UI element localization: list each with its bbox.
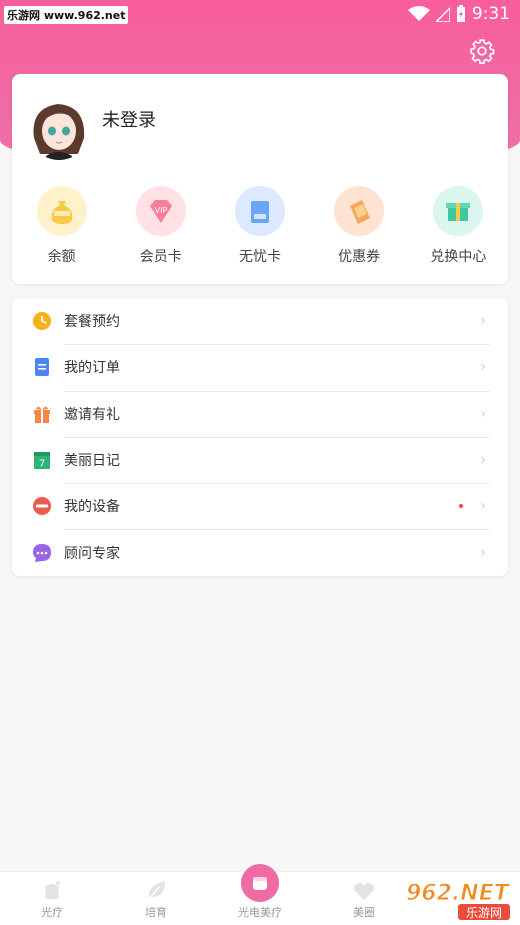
watermark-text: 乐游网 www.962.net xyxy=(4,6,129,24)
nav-item-beauty-circle[interactable]: 美圈 xyxy=(312,872,416,925)
quick-action-vip[interactable]: VIP 会员卡 xyxy=(116,186,206,266)
chevron-right-icon: › xyxy=(480,359,486,376)
gift-icon xyxy=(32,404,52,424)
calendar-day-text: 7 xyxy=(39,459,45,470)
status-bar: 乐游网 www.962.net 9:31 xyxy=(0,0,520,28)
notification-dot xyxy=(459,504,463,509)
menu-item-label: 我的设备 xyxy=(64,499,120,516)
beauty-device-icon xyxy=(241,864,279,902)
quick-action-coupon[interactable]: 优惠券 xyxy=(314,186,404,266)
status-indicators: 9:31 xyxy=(407,4,510,24)
quick-action-label: 兑换中心 xyxy=(430,249,487,265)
quick-action-balance[interactable]: 余额 xyxy=(17,186,107,266)
menu-item-label: 套餐预约 xyxy=(64,314,120,331)
quick-action-label: 余额 xyxy=(47,249,76,265)
quick-action-label: 会员卡 xyxy=(139,249,182,265)
quick-action-exchange[interactable]: 兑换中心 xyxy=(413,186,503,266)
quick-actions-row: 余额 VIP 会员卡 无忧卡 优惠券 兑换中心 xyxy=(12,186,508,266)
menu-item-my-devices[interactable]: 我的设备 › xyxy=(12,483,508,529)
avatar[interactable] xyxy=(28,98,90,160)
nav-item-light-therapy[interactable]: 光疗 xyxy=(0,872,104,925)
nav-label: 美圈 xyxy=(353,906,375,919)
menu-item-my-orders[interactable]: 我的订单 › xyxy=(12,344,508,390)
chevron-right-icon: › xyxy=(480,452,486,469)
nav-item-beauty-device[interactable]: 光电美疗 xyxy=(208,864,312,925)
battery-icon xyxy=(456,5,465,22)
menu-item-label: 我的订单 xyxy=(64,360,120,377)
signal-icon xyxy=(435,6,450,22)
money-bag-icon xyxy=(36,186,87,236)
chevron-right-icon: › xyxy=(480,498,486,515)
login-status-text[interactable]: 未登录 xyxy=(102,106,156,132)
status-time: 9:31 xyxy=(471,4,510,24)
nav-item-cultivate[interactable]: 培育 xyxy=(104,872,208,925)
settings-gear-icon[interactable] xyxy=(469,38,495,64)
chevron-right-icon: › xyxy=(480,313,486,330)
nav-label: 培育 xyxy=(145,906,167,919)
coupon-icon xyxy=(334,186,385,236)
order-doc-icon xyxy=(32,357,52,377)
device-icon xyxy=(32,496,52,516)
chevron-right-icon: › xyxy=(480,405,486,422)
exchange-box-icon xyxy=(433,186,484,236)
menu-list: 套餐预约 › 我的订单 › 邀请有礼 › 7 美丽日记 › 我的设备 › 顾问专… xyxy=(12,298,508,576)
vip-diamond-icon: VIP xyxy=(135,186,186,236)
watermark-logo: 962.NET 乐游网 xyxy=(406,881,511,920)
watermark-logo-subtext: 乐游网 xyxy=(466,906,502,920)
quick-action-label: 无忧卡 xyxy=(238,249,281,265)
leaf-icon xyxy=(148,881,165,900)
heart-icon xyxy=(354,882,374,900)
menu-item-package-booking[interactable]: 套餐预约 › xyxy=(12,298,508,344)
menu-item-label: 美丽日记 xyxy=(64,453,120,470)
chat-bubble-icon xyxy=(32,543,52,563)
nav-label: 光电美疗 xyxy=(238,906,282,919)
card-icon xyxy=(234,186,285,236)
wifi-icon xyxy=(407,6,430,21)
menu-item-consultant[interactable]: 顾问专家 › xyxy=(12,529,508,575)
watermark-logo-text: 962.NET xyxy=(406,881,511,906)
clock-icon xyxy=(32,311,52,331)
quick-action-worry-free-card[interactable]: 无忧卡 xyxy=(215,186,305,266)
chevron-right-icon: › xyxy=(480,544,486,561)
menu-item-label: 顾问专家 xyxy=(64,545,120,562)
menu-item-invite[interactable]: 邀请有礼 › xyxy=(12,390,508,437)
quick-action-label: 优惠券 xyxy=(338,249,381,265)
profile-card: 未登录 余额 VIP 会员卡 无忧卡 优惠券 兑换中心 xyxy=(12,74,508,284)
svg-text:VIP: VIP xyxy=(154,206,167,215)
menu-item-label: 邀请有礼 xyxy=(64,406,120,423)
nav-label: 光疗 xyxy=(41,906,63,919)
light-therapy-icon xyxy=(45,881,60,899)
menu-item-beauty-diary[interactable]: 7 美丽日记 › xyxy=(12,436,508,483)
calendar-icon: 7 xyxy=(32,450,52,470)
